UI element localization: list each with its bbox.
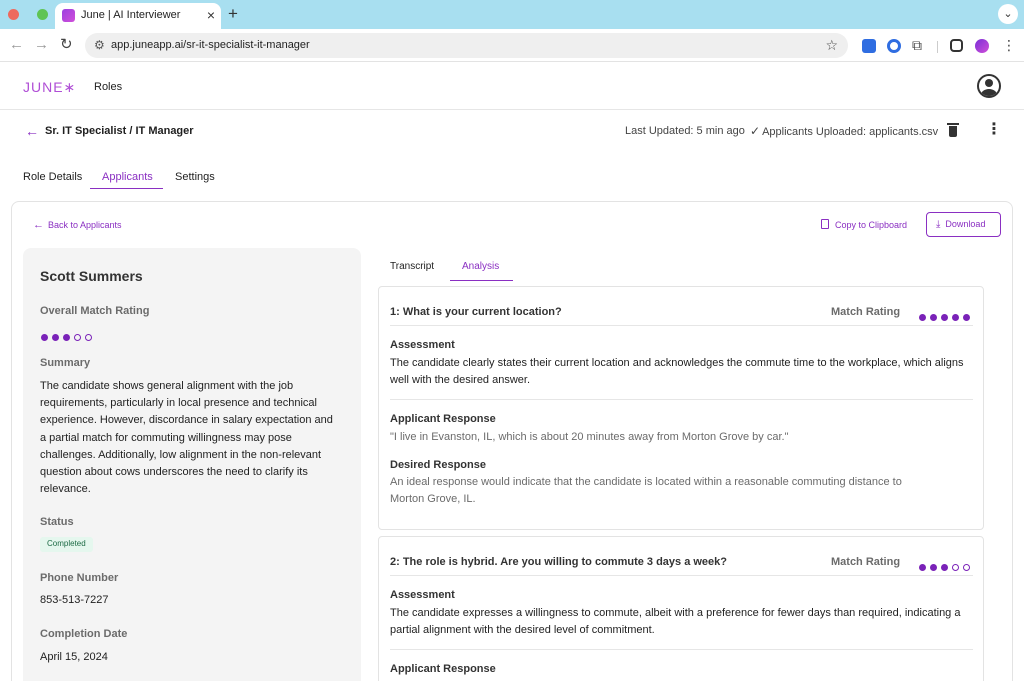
browser-tab-bar: June | AI Interviewer × + ⌄ (0, 0, 1024, 29)
summary-text: The candidate shows general alignment wi… (40, 380, 333, 496)
rating-dot-filled (963, 314, 970, 321)
forward-arrow-icon[interactable]: → (34, 36, 49, 54)
divider (390, 399, 973, 400)
tab-search-icon[interactable]: ⌄ (998, 4, 1018, 24)
bookmark-star-icon[interactable]: ☆ (825, 37, 838, 54)
browser-tab-title: June | AI Interviewer (81, 9, 181, 21)
rating-dot-filled (941, 564, 948, 571)
download-button[interactable]: ⤓ Download (926, 212, 1001, 237)
back-arrow-icon: ← (33, 219, 44, 231)
phone-label: Phone Number (40, 572, 119, 584)
rating-dot-filled (52, 334, 59, 341)
match-rating-label: Match Rating (831, 306, 901, 318)
app-header: JUNE∗ Roles (0, 62, 1024, 110)
match-rating-label: Match Rating (831, 556, 901, 568)
rating-dot-empty (85, 334, 92, 341)
trash-icon[interactable] (947, 123, 959, 137)
rating-dot-filled (63, 334, 70, 341)
applicant-response-text: "I live in Evanston, IL, which is about … (390, 431, 789, 443)
rating-dot-filled (919, 314, 926, 321)
question-title: 1: What is your current location? (390, 306, 562, 318)
active-tab-indicator (90, 188, 163, 189)
completion-date-label: Completion Date (40, 628, 128, 640)
rating-dot-empty (952, 564, 959, 571)
check-icon: ✓ (750, 124, 761, 138)
assessment-label: Assessment (390, 589, 455, 601)
back-arrow-icon[interactable]: ← (25, 124, 39, 138)
june-favicon-icon (62, 9, 75, 22)
tab-settings[interactable]: Settings (175, 171, 215, 183)
question-title: 2: The role is hybrid. Are you willing t… (390, 556, 728, 568)
assessment-label: Assessment (390, 339, 455, 351)
applicants-uploaded-text: Applicants Uploaded: applicants.csv (762, 126, 939, 138)
status-badge: Completed (40, 537, 93, 552)
role-title: Sr. IT Specialist / IT Manager (45, 125, 194, 137)
url-text[interactable]: app.juneapp.ai/sr-it-specialist-it-manag… (111, 39, 310, 51)
extension-icon[interactable] (862, 39, 876, 53)
rating-dot-filled (941, 314, 948, 321)
back-to-applicants-link[interactable]: ← Back to Applicants (33, 219, 122, 231)
divider (390, 649, 973, 650)
tab-role-details[interactable]: Role Details (23, 171, 82, 183)
new-tab-icon[interactable]: + (228, 5, 238, 23)
summary-label: Summary (40, 357, 91, 369)
clipboard-icon (821, 219, 829, 229)
rating-dot-empty (74, 334, 81, 341)
applicants-uploaded-status: ✓ Applicants Uploaded: applicants.csv (750, 124, 938, 138)
back-arrow-icon[interactable]: ← (9, 36, 24, 54)
user-avatar-icon[interactable] (977, 74, 1001, 98)
assessment-text: The candidate clearly states their curre… (390, 357, 964, 386)
match-rating-dots (919, 558, 974, 576)
last-updated-text: Last Updated: 5 min ago (625, 125, 745, 137)
status-label: Status (40, 516, 74, 528)
window-zoom-button[interactable] (37, 9, 48, 20)
extension-icon[interactable] (887, 39, 901, 53)
overall-match-label: Overall Match Rating (40, 305, 150, 317)
question-card: 2: The role is hybrid. Are you willing t… (378, 536, 984, 681)
rating-dot-empty (963, 564, 970, 571)
phone-value: 853-513-7227 (40, 594, 109, 606)
nav-roles-link[interactable]: Roles (94, 81, 122, 93)
extension-icon[interactable] (950, 39, 963, 52)
overall-match-rating (41, 328, 96, 346)
divider (390, 575, 973, 576)
window-close-button[interactable] (8, 9, 19, 20)
tab-applicants[interactable]: Applicants (102, 171, 153, 183)
site-info-icon[interactable]: ⚙ (94, 38, 105, 52)
desired-response-label: Desired Response (390, 459, 486, 471)
reload-icon[interactable]: ↻ (60, 36, 73, 54)
toolbar-divider (937, 41, 938, 53)
browser-tab[interactable]: June | AI Interviewer × (55, 3, 221, 29)
candidate-name: Scott Summers (40, 268, 143, 284)
divider (390, 325, 973, 326)
copy-to-clipboard-button[interactable]: Copy to Clipboard (821, 219, 907, 230)
browser-toolbar: ← → ↻ ⚙ app.juneapp.ai/sr-it-specialist-… (0, 29, 1024, 62)
address-bar[interactable]: ⚙ app.juneapp.ai/sr-it-specialist-it-man… (85, 33, 848, 58)
tab-transcript[interactable]: Transcript (390, 261, 434, 272)
rating-dot-filled (930, 314, 937, 321)
tab-close-icon[interactable]: × (207, 7, 215, 23)
extensions-puzzle-icon[interactable]: ⧉ (912, 37, 926, 53)
active-tab-indicator (450, 280, 513, 281)
rating-dot-filled (41, 334, 48, 341)
question-card: 1: What is your current location? Match … (378, 286, 984, 530)
match-rating-dots (919, 308, 974, 326)
rating-dot-filled (952, 314, 959, 321)
assessment-text: The candidate expresses a willingness to… (390, 607, 961, 636)
download-icon: ⤓ (936, 219, 941, 230)
more-options-icon[interactable]: ⋮ (986, 122, 1002, 138)
desired-response-text: An ideal response would indicate that th… (390, 476, 902, 505)
tab-analysis[interactable]: Analysis (462, 261, 499, 272)
browser-menu-icon[interactable]: ⋮ (1002, 37, 1016, 53)
june-logo[interactable]: JUNE∗ (23, 79, 76, 96)
applicant-response-label: Applicant Response (390, 413, 496, 425)
profile-icon[interactable] (975, 39, 989, 53)
rating-dot-filled (919, 564, 926, 571)
rating-dot-filled (930, 564, 937, 571)
completion-date-value: April 15, 2024 (40, 651, 108, 663)
applicant-response-label: Applicant Response (390, 663, 496, 675)
